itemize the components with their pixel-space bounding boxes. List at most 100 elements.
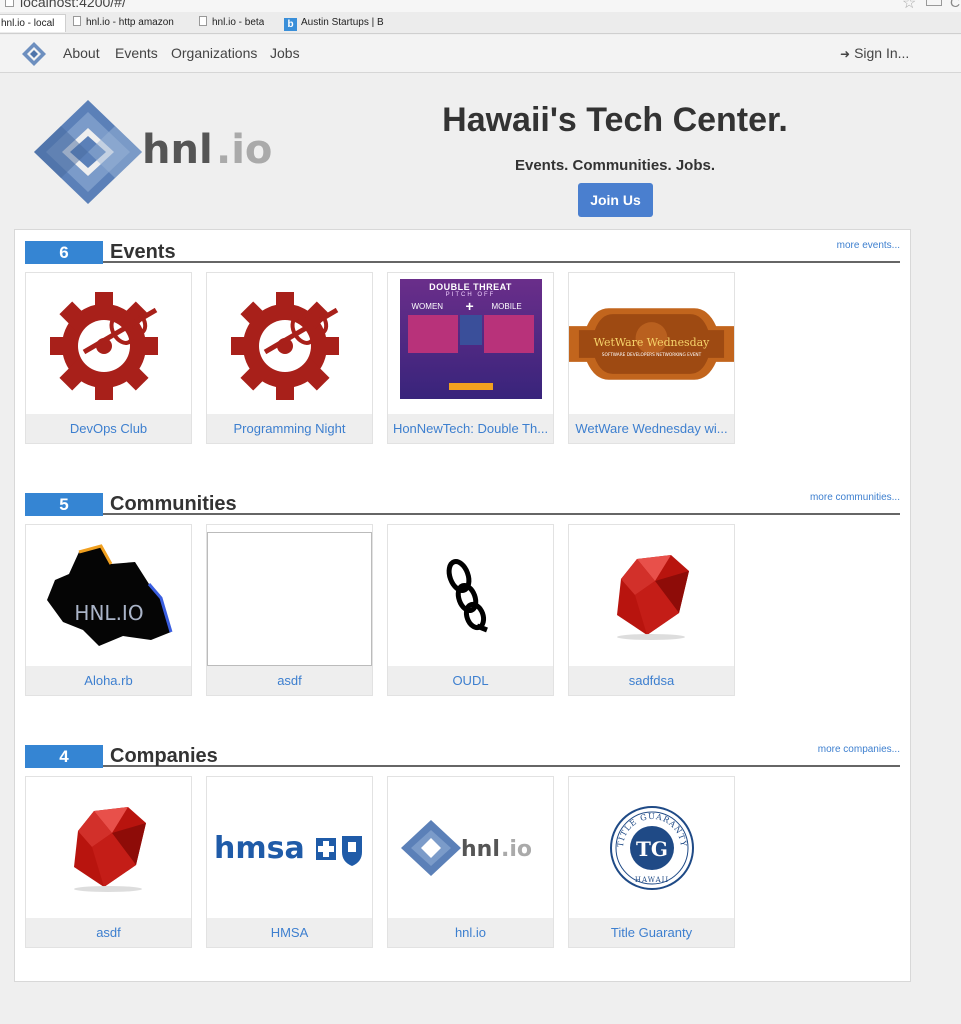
events-title: Events	[110, 241, 176, 263]
community-card-label: OUDL	[388, 666, 553, 695]
bookmarks-bar: hnl.io - local hnl.io - http amazon hnl.…	[0, 12, 961, 34]
event-card[interactable]: WetWare Wednesday SOFTWARE DEVELOPERS NE…	[568, 272, 735, 444]
poster-line1: DOUBLE THREAT	[429, 282, 512, 292]
nav-events[interactable]: Events	[115, 45, 158, 61]
communities-title: Communities	[110, 493, 237, 515]
event-card-label: WetWare Wednesday wi...	[569, 414, 734, 443]
ruby-gem-image	[26, 777, 191, 919]
event-card[interactable]: DOUBLE THREAT PITCH OFF WOMEN + MOBILE H…	[387, 272, 554, 444]
section-header: 4 Companies more companies...	[25, 734, 900, 768]
title-guaranty-seal: TG TITLE GUARANTY HAWAII	[569, 777, 734, 919]
wetware-title: WetWare Wednesday	[594, 336, 711, 349]
bookmark-label: hnl.io - beta	[212, 17, 265, 28]
hero-subtitle: Events. Communities. Jobs.	[514, 157, 716, 174]
events-section: 6 Events more events... DevOps Club Prog…	[25, 230, 900, 444]
company-card-label: asdf	[26, 918, 191, 947]
events-count-badge: 6	[25, 241, 103, 264]
company-card-label: Title Guaranty	[569, 918, 734, 947]
hnl-text-main: hnl	[461, 837, 500, 862]
hnl-logo-image: hnl .io	[388, 777, 553, 919]
event-card[interactable]: DevOps Club	[25, 272, 192, 444]
tg-ring-bottom: HAWAII	[634, 876, 668, 884]
bookmark-hnl-local[interactable]: hnl.io - local	[0, 14, 66, 32]
bookmark-hnl-amazon[interactable]: hnl.io - http amazon	[73, 14, 174, 32]
menu-icon[interactable]: C	[950, 0, 960, 10]
more-companies-link[interactable]: more companies...	[818, 744, 900, 755]
double-threat-poster: DOUBLE THREAT PITCH OFF WOMEN + MOBILE	[388, 273, 553, 415]
section-header: 5 Communities more communities...	[25, 482, 900, 516]
company-card[interactable]: asdf	[25, 776, 192, 948]
companies-title: Companies	[110, 745, 218, 767]
sign-in-label: Sign In...	[854, 45, 910, 61]
main-panel: 6 Events more events... DevOps Club Prog…	[14, 229, 911, 982]
event-card-label: Programming Night	[207, 414, 372, 443]
blank-image	[207, 525, 372, 667]
sign-in-link[interactable]: ➜ Sign In...	[840, 45, 909, 61]
communities-section: 5 Communities more communities... HNL.IO…	[25, 482, 900, 696]
page-icon	[199, 16, 207, 26]
url-text[interactable]: localhost:4200/#/	[20, 0, 126, 10]
wetware-subtitle: SOFTWARE DEVELOPERS NETWORKING EVENT	[602, 352, 702, 358]
ruby-icon	[616, 555, 689, 640]
companies-count-badge: 4	[25, 745, 103, 768]
navbar: About Events Organizations Jobs ➜ Sign In…	[0, 35, 961, 73]
community-card-label: sadfdsa	[569, 666, 734, 695]
hmsa-text: hmsa	[214, 831, 305, 866]
wetware-banner: WetWare Wednesday SOFTWARE DEVELOPERS NE…	[569, 273, 734, 415]
cast-icon[interactable]	[926, 0, 942, 6]
logo-text-dot: .io	[216, 127, 272, 173]
chain-icon	[388, 525, 553, 667]
community-card[interactable]: HNL.IO Aloha.rb	[25, 524, 192, 696]
bookmark-label: Austin Startups | Bu	[301, 17, 384, 28]
company-card-label: HMSA	[207, 918, 372, 947]
gear-caduceus-icon	[230, 292, 339, 400]
gear-caduceus-icon	[49, 292, 158, 400]
page-icon	[5, 0, 14, 7]
oahu-text: HNL.IO	[74, 601, 143, 625]
gear-logo-image	[207, 273, 372, 415]
companies-section: 4 Companies more companies... asdf hmsa …	[25, 734, 900, 948]
hmsa-logo: hmsa	[207, 777, 372, 919]
communities-count-badge: 5	[25, 493, 103, 516]
address-bar[interactable]: localhost:4200/#/ ☆ C	[0, 0, 961, 12]
community-card-label: Aloha.rb	[26, 666, 191, 695]
sign-in-icon: ➜	[840, 47, 851, 61]
hnl-text-dot: .io	[501, 837, 532, 862]
nav-about[interactable]: About	[63, 45, 100, 61]
event-card-label: DevOps Club	[26, 414, 191, 443]
event-card[interactable]: Programming Night	[206, 272, 373, 444]
bookmark-label: hnl.io - local	[1, 18, 55, 29]
b-icon: b	[284, 18, 297, 31]
community-card-label: asdf	[207, 666, 372, 695]
poster-right: MOBILE	[491, 302, 522, 311]
company-card-label: hnl.io	[388, 918, 553, 947]
bookmark-hnl-beta[interactable]: hnl.io - beta	[199, 14, 264, 32]
more-events-link[interactable]: more events...	[837, 240, 900, 251]
nav-organizations[interactable]: Organizations	[171, 45, 257, 61]
hnl-logo-icon[interactable]	[21, 41, 47, 67]
page-icon	[73, 16, 81, 26]
community-card[interactable]: sadfdsa	[568, 524, 735, 696]
hnl-io-logo: hnl .io	[34, 100, 272, 204]
section-header: 6 Events more events...	[25, 230, 900, 264]
join-us-button[interactable]: Join Us	[578, 183, 653, 217]
logo-text-main: hnl	[142, 127, 213, 173]
company-card[interactable]: TG TITLE GUARANTY HAWAII Title Guaranty	[568, 776, 735, 948]
community-card[interactable]: asdf	[206, 524, 373, 696]
hero-title: Hawaii's Tech Center.	[442, 101, 788, 139]
community-card[interactable]: OUDL	[387, 524, 554, 696]
tg-initials: TG	[636, 837, 668, 861]
plus-icon: +	[465, 298, 474, 314]
oahu-hnl-logo: HNL.IO	[26, 525, 191, 667]
more-communities-link[interactable]: more communities...	[810, 492, 900, 503]
nav-jobs[interactable]: Jobs	[270, 45, 300, 61]
gear-logo-image	[26, 273, 191, 415]
company-card[interactable]: hmsa HMSA	[206, 776, 373, 948]
bookmark-austin-startups[interactable]: b Austin Startups | Bu	[284, 14, 384, 32]
event-card-label: HonNewTech: Double Th...	[388, 414, 553, 443]
ruby-icon	[73, 807, 146, 892]
ruby-gem-image	[569, 525, 734, 667]
bookmark-star-icon[interactable]: ☆	[902, 0, 916, 12]
company-card[interactable]: hnl .io hnl.io	[387, 776, 554, 948]
poster-left: WOMEN	[411, 302, 444, 311]
